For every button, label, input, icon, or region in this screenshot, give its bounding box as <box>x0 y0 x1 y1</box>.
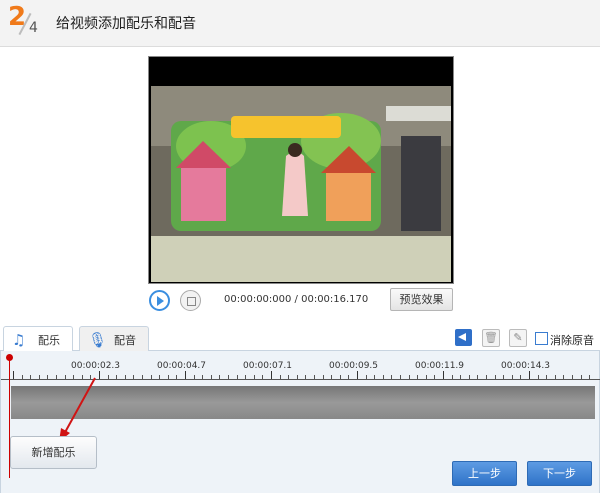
music-note-icon: ♫ <box>12 331 26 349</box>
ruler-tick <box>503 375 505 379</box>
ruler-tick <box>520 375 522 379</box>
ruler-tick <box>400 375 401 379</box>
tab-music[interactable]: ♫ 配乐 <box>3 326 73 352</box>
ruler-tick <box>443 371 444 379</box>
ruler-tick <box>142 375 143 379</box>
ruler-tick <box>245 375 247 379</box>
tick-label: 00:00:14.3 <box>501 361 551 371</box>
ruler-tick <box>434 375 436 379</box>
add-music-button[interactable]: 新增配乐 <box>10 436 97 469</box>
ruler-tick <box>219 375 221 379</box>
ruler-tick <box>305 375 307 379</box>
video-frame-image <box>151 86 451 282</box>
ruler-tick <box>486 375 487 379</box>
delete-icon[interactable]: 🗑 <box>482 329 500 347</box>
ruler-tick <box>417 375 419 379</box>
ruler-tick <box>408 375 410 379</box>
clear-icon[interactable]: ✎ <box>509 329 527 347</box>
ruler-tick <box>21 375 23 379</box>
ruler-tick <box>468 375 470 379</box>
tick-label: 00:00:02.3 <box>71 361 121 371</box>
tab-label: 配乐 <box>38 334 60 347</box>
ruler-tick <box>116 375 118 379</box>
tick-label: 00:00:07.1 <box>243 361 293 371</box>
mute-original-checkbox[interactable] <box>535 332 548 345</box>
ruler-tick <box>38 375 40 379</box>
ruler-tick <box>580 375 582 379</box>
next-step-button[interactable]: 下一步 <box>527 461 592 486</box>
ruler-tick <box>210 375 212 379</box>
microphone-icon: 🎙 <box>88 331 108 349</box>
playhead-handle[interactable] <box>6 354 13 361</box>
tab-voiceover[interactable]: 🎙 配音 <box>79 326 149 351</box>
ruler-tick <box>477 375 479 379</box>
ruler-tick <box>279 375 281 379</box>
mute-original-label: 消除原音 <box>550 334 594 347</box>
timecode: 00:00:00:000 / 00:00:16.170 <box>224 294 369 305</box>
prev-step-button[interactable]: 上一步 <box>452 461 517 486</box>
video-preview[interactable] <box>148 56 454 284</box>
ruler-tick <box>451 375 453 379</box>
tick-label: 00:00:11.9 <box>415 361 465 371</box>
ruler-tick <box>271 371 272 379</box>
ruler-tick <box>339 375 341 379</box>
ruler-tick <box>554 375 556 379</box>
ruler-tick <box>546 375 548 379</box>
ruler-tick <box>228 375 229 379</box>
ruler-tick <box>374 375 376 379</box>
ruler-tick <box>202 375 204 379</box>
ruler-tick <box>494 375 496 379</box>
ruler-tick <box>133 375 135 379</box>
ruler-tick <box>13 371 14 379</box>
play-button[interactable] <box>149 290 170 311</box>
ruler-tick <box>322 375 324 379</box>
volume-icon[interactable] <box>455 329 472 346</box>
ruler-tick <box>176 375 178 379</box>
ruler-tick <box>331 375 333 379</box>
stop-button[interactable] <box>180 290 201 311</box>
tick-label: 00:00:04.7 <box>157 361 207 371</box>
ruler-tick <box>511 375 513 379</box>
page-title: 给视频添加配乐和配音 <box>56 16 196 32</box>
ruler-tick <box>30 375 32 379</box>
ruler-tick <box>460 375 462 379</box>
ruler-tick <box>296 375 298 379</box>
ruler-tick <box>391 375 393 379</box>
ruler-tick <box>348 375 350 379</box>
ruler-tick <box>193 375 195 379</box>
ruler-tick <box>159 375 161 379</box>
ruler-tick <box>382 375 384 379</box>
ruler-tick <box>314 375 315 379</box>
ruler-tick <box>529 371 530 379</box>
tick-label: 00:00:09.5 <box>329 361 379 371</box>
ruler-tick <box>47 375 49 379</box>
ruler-tick <box>537 375 539 379</box>
ruler-tick <box>262 375 264 379</box>
tab-label: 配音 <box>114 334 136 347</box>
ruler-tick <box>589 375 591 379</box>
header-bar: 2 4 给视频添加配乐和配音 <box>0 0 600 47</box>
ruler-tick <box>253 375 255 379</box>
ruler-tick <box>107 375 109 379</box>
ruler-tick <box>236 375 238 379</box>
ruler-tick <box>365 375 367 379</box>
ruler-tick <box>288 375 290 379</box>
preview-button[interactable]: 预览效果 <box>390 288 453 311</box>
ruler-tick <box>357 371 358 379</box>
ruler-tick <box>425 375 427 379</box>
ruler-tick <box>124 375 126 379</box>
step-total: 4 <box>29 20 38 36</box>
ruler-tick <box>150 375 152 379</box>
ruler-tick <box>563 375 565 379</box>
ruler-tick <box>572 375 573 379</box>
ruler-tick <box>167 375 169 379</box>
ruler-tick <box>185 371 186 379</box>
